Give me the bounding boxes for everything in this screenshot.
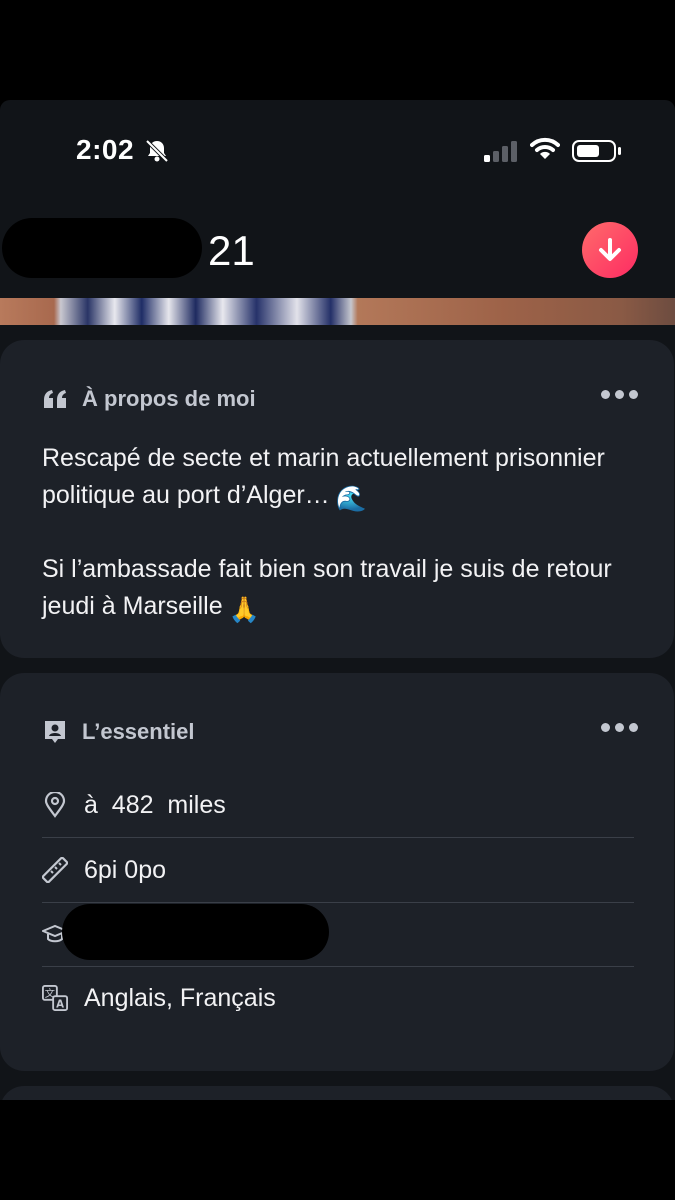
collapse-profile-button[interactable] (582, 222, 638, 278)
about-me-title: À propos de moi (82, 386, 256, 411)
id-badge-icon (45, 721, 65, 743)
battery-icon (572, 140, 621, 162)
ruler-icon (42, 857, 68, 883)
next-card (0, 1086, 674, 1100)
essentials-header: L’essentiel (42, 715, 195, 749)
distance-text: à 482 miles (84, 790, 226, 819)
profile-photo[interactable] (0, 298, 675, 325)
about-more-button[interactable] (601, 390, 638, 399)
arrow-down-icon (599, 238, 621, 261)
languages-row: 文 A Anglais, Français (42, 966, 634, 1030)
app-screen: 2:02 21 À propos de moi Rescapé de secte… (0, 100, 675, 1100)
essentials-title: L’essentiel (82, 719, 195, 744)
svg-text:A: A (56, 999, 64, 1010)
wifi-icon (530, 137, 560, 159)
status-time: 2:02 (76, 134, 135, 165)
pray-emoji: 🙏 (228, 596, 260, 624)
bio-paragraph-2: Si l’ambassade fait bien son travail je … (42, 555, 612, 620)
redacted-education (62, 904, 329, 960)
languages-text: Anglais, Français (84, 983, 276, 1012)
redacted-name (2, 218, 202, 278)
profile-age: 21 (208, 227, 255, 274)
location-pin-icon (42, 792, 68, 818)
about-me-card: À propos de moi Rescapé de secte et mari… (0, 340, 674, 658)
essentials-card: L’essentiel à 482 miles 6pi 0po 文 A Angl… (0, 673, 674, 1071)
about-me-header: À propos de moi (42, 382, 256, 416)
distance-row: à 482 miles (42, 773, 634, 838)
height-text: 6pi 0po (84, 855, 167, 884)
quote-icon (44, 390, 66, 408)
bell-slash-icon (145, 139, 169, 163)
wave-emoji: 🌊 (335, 485, 367, 513)
about-me-bio: Rescapé de secte et marin actuellement p… (42, 440, 642, 662)
signal-icon (484, 141, 517, 162)
education-row (42, 902, 634, 967)
height-row: 6pi 0po (42, 838, 634, 903)
essentials-more-button[interactable] (601, 723, 638, 732)
translate-icon: 文 A (42, 985, 68, 1011)
bio-paragraph-1: Rescapé de secte et marin actuellement p… (42, 444, 605, 509)
